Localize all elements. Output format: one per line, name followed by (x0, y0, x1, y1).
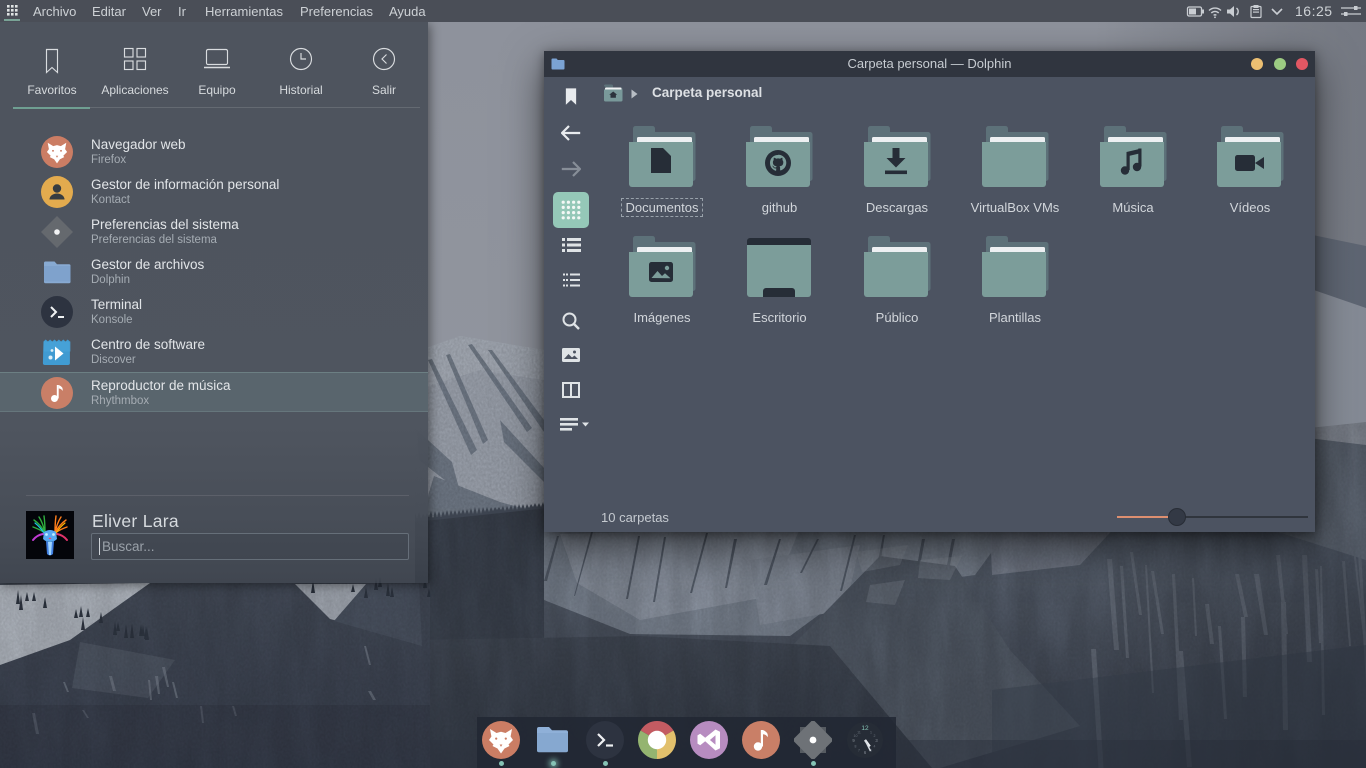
svg-text:12: 12 (861, 725, 869, 732)
svg-text:1: 1 (870, 731, 872, 735)
svg-text:7: 7 (858, 749, 860, 753)
svg-text:11: 11 (857, 731, 861, 735)
svg-text:10: 10 (854, 734, 858, 738)
svg-text:2: 2 (874, 734, 876, 738)
svg-text:8: 8 (855, 745, 857, 749)
svg-text:4: 4 (874, 745, 876, 749)
